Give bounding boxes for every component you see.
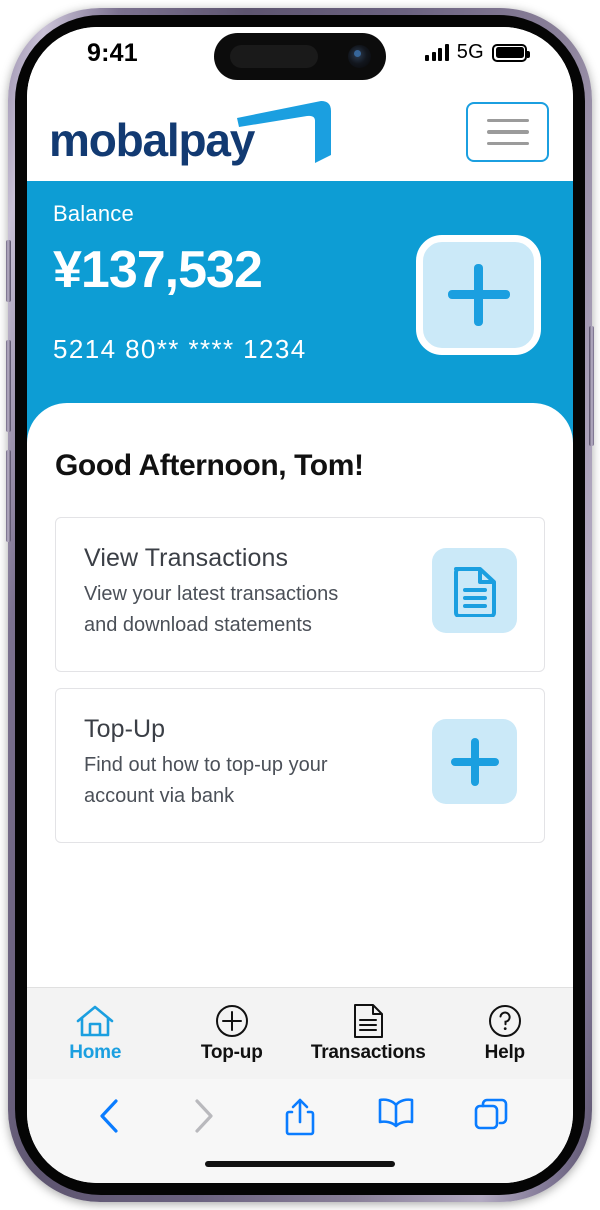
phone-device: 9:41 5G mobalpay Balance ¥137,532 5214 8… bbox=[6, 8, 594, 1202]
chevron-left-icon bbox=[100, 1099, 118, 1133]
browser-share-button[interactable] bbox=[252, 1093, 348, 1137]
nav-item-top-up[interactable]: Top-up bbox=[164, 1004, 301, 1064]
home-icon bbox=[75, 1004, 115, 1038]
cellular-signal-icon bbox=[425, 44, 449, 61]
network-label: 5G bbox=[456, 41, 484, 63]
tabs-icon bbox=[474, 1098, 508, 1130]
browser-toolbar bbox=[27, 1079, 573, 1183]
battery-full-icon bbox=[492, 43, 530, 62]
phone-screen: 9:41 5G mobalpay Balance ¥137,532 5214 8… bbox=[27, 27, 573, 1183]
document-icon-badge bbox=[432, 548, 517, 633]
nav-item-help[interactable]: Help bbox=[437, 1004, 574, 1064]
volume-down-button[interactable] bbox=[6, 450, 11, 542]
nav-label: Top-up bbox=[200, 1041, 263, 1063]
plus-icon bbox=[447, 264, 510, 326]
dynamic-island bbox=[214, 33, 386, 80]
share-icon bbox=[285, 1098, 315, 1136]
card-description: Find out how to top-up your account via … bbox=[84, 754, 328, 807]
nav-item-transactions[interactable]: Transactions bbox=[300, 1003, 437, 1064]
earpiece-speaker bbox=[230, 45, 318, 68]
nav-label: Transactions bbox=[310, 1041, 426, 1063]
page-title: Good Afternoon, Tom! bbox=[55, 449, 364, 482]
browser-bookmarks-button[interactable] bbox=[348, 1093, 444, 1129]
volume-up-button[interactable] bbox=[6, 340, 11, 432]
plus-icon bbox=[450, 737, 499, 786]
add-funds-button[interactable] bbox=[416, 235, 541, 355]
app-logo[interactable]: mobalpay bbox=[49, 97, 349, 167]
document-icon bbox=[453, 566, 496, 617]
hamburger-menu-icon[interactable] bbox=[466, 102, 549, 162]
status-indicators: 5G bbox=[425, 41, 530, 64]
home-indicator bbox=[205, 1161, 395, 1167]
card-top-up[interactable]: Top-Up Find out how to top-up your accou… bbox=[55, 688, 545, 843]
browser-back-button[interactable] bbox=[61, 1093, 157, 1135]
front-camera-icon bbox=[348, 45, 371, 68]
plus-circle-icon bbox=[215, 1004, 249, 1038]
action-button[interactable] bbox=[6, 240, 11, 302]
card-view-transactions[interactable]: View Transactions View your latest trans… bbox=[55, 517, 545, 672]
question-circle-icon bbox=[488, 1004, 522, 1038]
nav-label: Home bbox=[69, 1041, 122, 1063]
card-description: View your latest transactions and downlo… bbox=[84, 583, 339, 636]
nav-label: Help bbox=[484, 1041, 526, 1063]
plus-icon-badge bbox=[432, 719, 517, 804]
balance-label: Balance bbox=[53, 201, 134, 226]
power-button[interactable] bbox=[589, 326, 594, 446]
main-content: Good Afternoon, Tom! View Transactions V… bbox=[27, 403, 573, 963]
app-logo-text: mobalpay bbox=[49, 114, 255, 166]
browser-tabs-button[interactable] bbox=[443, 1093, 539, 1131]
book-icon bbox=[378, 1098, 413, 1128]
bottom-navigation: Home Top-up Transactions Help bbox=[27, 987, 573, 1079]
document-icon bbox=[353, 1003, 384, 1038]
nav-item-home[interactable]: Home bbox=[27, 1004, 164, 1064]
browser-forward-button[interactable] bbox=[157, 1093, 253, 1135]
status-time: 9:41 bbox=[87, 39, 138, 67]
app-header: mobalpay bbox=[27, 83, 573, 181]
chevron-right-icon bbox=[195, 1099, 213, 1133]
status-bar: 9:41 5G bbox=[27, 27, 573, 83]
